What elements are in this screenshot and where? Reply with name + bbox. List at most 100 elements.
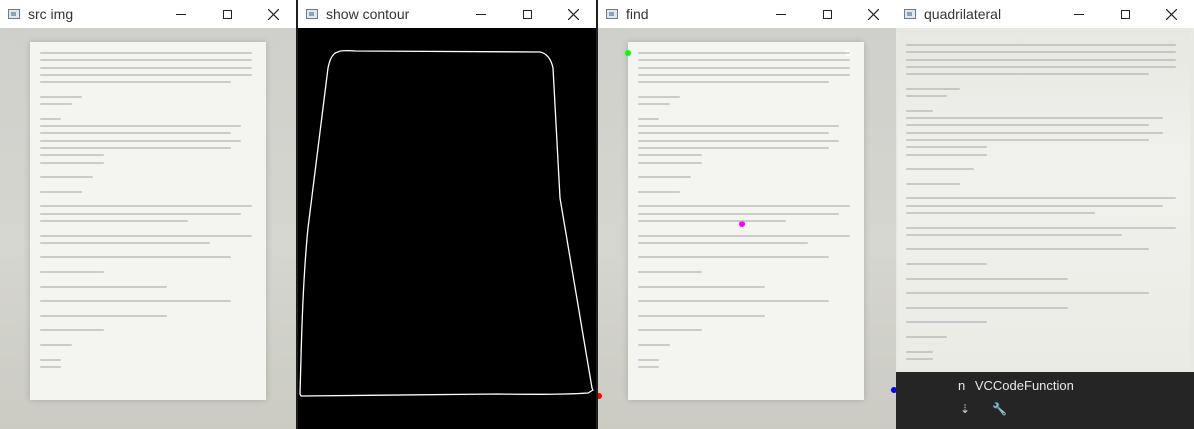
- maximize-icon: [222, 9, 232, 19]
- text-line: [638, 132, 829, 135]
- close-button[interactable]: [1148, 0, 1194, 28]
- function-prefix: n: [958, 378, 966, 393]
- text-line: [40, 117, 61, 120]
- minimize-button[interactable]: [458, 0, 504, 28]
- text-line: [40, 358, 61, 361]
- titlebar[interactable]: show contour: [298, 0, 596, 28]
- text-line: [638, 66, 850, 69]
- text-line: [638, 73, 850, 76]
- text-line: [906, 233, 1122, 236]
- text-line: [40, 146, 231, 149]
- close-button[interactable]: [250, 0, 296, 28]
- text-line: [40, 95, 82, 98]
- function-label[interactable]: n VCCodeFunction: [958, 378, 1074, 393]
- text-line: [638, 176, 691, 179]
- text-line: [906, 87, 960, 90]
- text-line: [40, 103, 72, 106]
- text-line: [40, 154, 104, 157]
- text-line: [638, 154, 702, 157]
- text-line: [638, 241, 808, 244]
- image-canvas: [0, 28, 296, 429]
- text-line: [906, 182, 960, 185]
- window-show-contour: show contour: [298, 0, 596, 429]
- text-line: [906, 211, 1095, 214]
- contour-outline: [299, 50, 594, 397]
- maximize-icon: [822, 9, 832, 19]
- close-icon: [1165, 8, 1177, 20]
- maximize-button[interactable]: [1102, 0, 1148, 28]
- text-line: [906, 65, 1176, 68]
- minimize-button[interactable]: [1056, 0, 1102, 28]
- text-line: [40, 241, 210, 244]
- text-line: [40, 161, 104, 164]
- app-icon: [8, 9, 20, 19]
- text-line: [906, 306, 1068, 309]
- text-line: [906, 109, 933, 112]
- titlebar[interactable]: quadrilateral: [896, 0, 1194, 28]
- wrench-icon[interactable]: 🔧: [992, 402, 1007, 416]
- minimize-button[interactable]: [758, 0, 804, 28]
- text-line: [638, 103, 670, 106]
- maximize-icon: [1120, 9, 1130, 19]
- text-line: [638, 344, 670, 346]
- text-line: [638, 205, 850, 208]
- minimize-icon: [176, 13, 186, 15]
- text-line: [906, 131, 1163, 134]
- text-line: [906, 197, 1176, 200]
- text-line: [906, 350, 933, 353]
- text-line: [906, 336, 947, 338]
- maximize-button[interactable]: [504, 0, 550, 28]
- corner-marker-bottom-left: [598, 393, 602, 399]
- text-line: [906, 357, 933, 360]
- text-line: [40, 344, 72, 346]
- text-line: [906, 277, 1068, 280]
- text-line: [40, 212, 241, 215]
- sort-icon[interactable]: ⇣: [960, 402, 974, 416]
- text-line: [638, 81, 829, 84]
- function-name: VCCodeFunction: [974, 378, 1074, 393]
- text-line: [906, 73, 1149, 76]
- text-line: [638, 161, 702, 164]
- text-line: [40, 285, 167, 288]
- corner-marker-top-left: [625, 50, 631, 56]
- close-button[interactable]: [550, 0, 596, 28]
- text-line: [906, 58, 1176, 61]
- text-line: [638, 285, 765, 288]
- text-line: [40, 234, 252, 237]
- text-line: [40, 73, 252, 76]
- text-line: [40, 139, 241, 142]
- text-line: [906, 168, 974, 171]
- text-line: [638, 271, 702, 273]
- text-line: [638, 139, 839, 142]
- text-line: [906, 138, 1149, 141]
- text-line: [40, 205, 252, 208]
- window-title: show contour: [326, 6, 410, 22]
- text-line: [906, 146, 987, 149]
- text-line: [40, 176, 93, 179]
- text-line: [40, 365, 61, 368]
- text-line: [906, 51, 1176, 54]
- titlebar[interactable]: find: [598, 0, 896, 28]
- window-title: src img: [28, 6, 74, 22]
- close-icon: [267, 8, 279, 20]
- text-line: [906, 292, 1149, 295]
- titlebar[interactable]: src img: [0, 0, 296, 28]
- minimize-button[interactable]: [158, 0, 204, 28]
- minimize-icon: [1074, 13, 1084, 15]
- text-line: [40, 219, 188, 222]
- text-line: [906, 263, 987, 265]
- text-line: [40, 300, 231, 303]
- maximize-icon: [522, 9, 532, 19]
- text-line: [638, 358, 659, 361]
- text-line: [40, 66, 252, 69]
- close-button[interactable]: [850, 0, 896, 28]
- text-line: [40, 125, 241, 127]
- text-line: [40, 314, 167, 317]
- text-line: [638, 300, 829, 303]
- text-line: [40, 59, 252, 62]
- maximize-button[interactable]: [204, 0, 250, 28]
- text-line: [638, 234, 850, 237]
- window-quadrilateral: quadrilateral: [896, 0, 1194, 372]
- maximize-button[interactable]: [804, 0, 850, 28]
- app-icon: [306, 9, 318, 19]
